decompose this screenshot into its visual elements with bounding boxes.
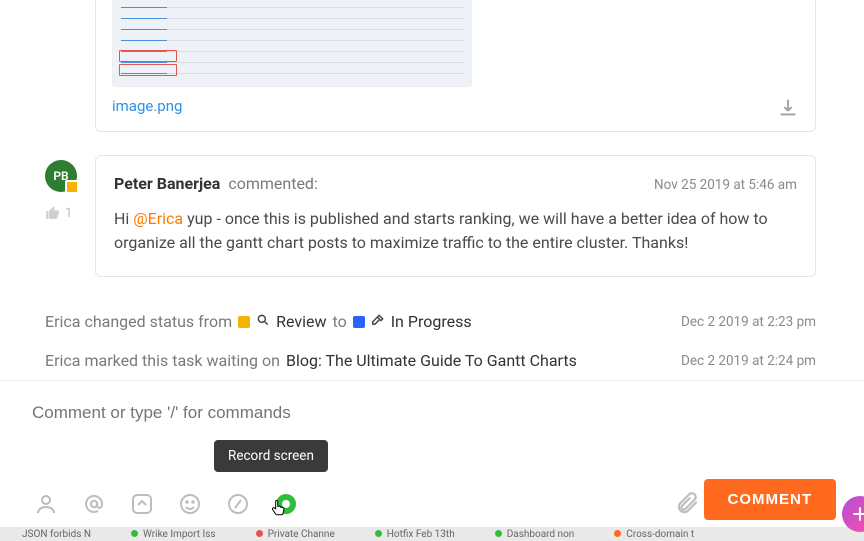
comment-input[interactable] [32, 403, 832, 423]
activity-text: to [333, 312, 347, 331]
status-to: In Progress [391, 312, 472, 331]
status-color-yellow [238, 316, 250, 328]
comment-text: yup - once this is published and starts … [114, 209, 768, 252]
like-count: 1 [65, 206, 72, 221]
attach-file-icon[interactable] [674, 490, 700, 516]
download-icon[interactable] [777, 97, 799, 119]
submit-comment-button[interactable]: COMMENT [704, 479, 837, 520]
attachment-filename[interactable]: image.png [112, 97, 799, 115]
emoji-icon[interactable] [176, 490, 204, 518]
tooltip-record-screen: Record screen [214, 440, 328, 472]
activity-timestamp: Dec 2 2019 at 2:23 pm [681, 314, 816, 330]
comment-text: Hi [114, 209, 133, 228]
mention[interactable]: @Erica [133, 209, 183, 228]
browser-tab[interactable]: JSON forbids N [22, 529, 91, 540]
status-color-blue [353, 316, 365, 328]
composer-toolbar [32, 490, 300, 518]
comment-timestamp: Nov 25 2019 at 5:46 am [654, 177, 797, 193]
activity-text: Erica marked this task waiting on [45, 351, 280, 370]
browser-tab[interactable]: Private Channe [256, 529, 335, 540]
browser-tab[interactable]: Wrike Import Iss [131, 529, 216, 540]
browser-tab[interactable]: Hotfix Feb 13th [375, 529, 455, 540]
record-screen-icon[interactable] [272, 490, 300, 518]
mention-icon[interactable] [80, 490, 108, 518]
activity-timestamp: Dec 2 2019 at 2:24 pm [681, 353, 816, 369]
activity-waiting-on: Erica marked this task waiting on Blog: … [45, 351, 816, 370]
comment-body: Hi @Erica yup - once this is published a… [114, 207, 797, 256]
comment-verb: commented: [228, 174, 318, 193]
linked-task[interactable]: Blog: The Ultimate Guide To Gantt Charts [286, 351, 577, 370]
assign-icon[interactable] [32, 490, 60, 518]
browser-tab[interactable]: Dashboard non [495, 529, 575, 540]
upvote-icon[interactable] [128, 490, 156, 518]
like-button[interactable]: 1 [45, 205, 85, 221]
thumb-up-icon [45, 205, 61, 221]
magnifier-icon [256, 312, 270, 331]
activity-text: Erica changed status from [45, 312, 232, 331]
browser-tab-strip: JSON forbids N Wrike Import Iss Private … [0, 527, 864, 541]
slash-command-icon[interactable] [224, 490, 252, 518]
attachment-thumbnail[interactable] [112, 0, 472, 87]
browser-tab[interactable]: Cross-domain t [614, 529, 694, 540]
comment-author[interactable]: Peter Banerjea [114, 174, 220, 193]
avatar-initials: PB [53, 169, 68, 183]
activity-status-change: Erica changed status from Review to In P… [45, 312, 816, 331]
activity-feed: image.png PB 1 Peter Banerjea commented:… [0, 0, 864, 380]
comment-composer: Record screen COMMENT JSON forbids N [0, 380, 864, 540]
hammer-icon [371, 312, 385, 331]
attachment-card: image.png [95, 0, 816, 132]
status-from: Review [276, 312, 326, 331]
comment-card: Peter Banerjea commented: Nov 25 2019 at… [95, 155, 816, 277]
avatar[interactable]: PB [45, 160, 77, 192]
